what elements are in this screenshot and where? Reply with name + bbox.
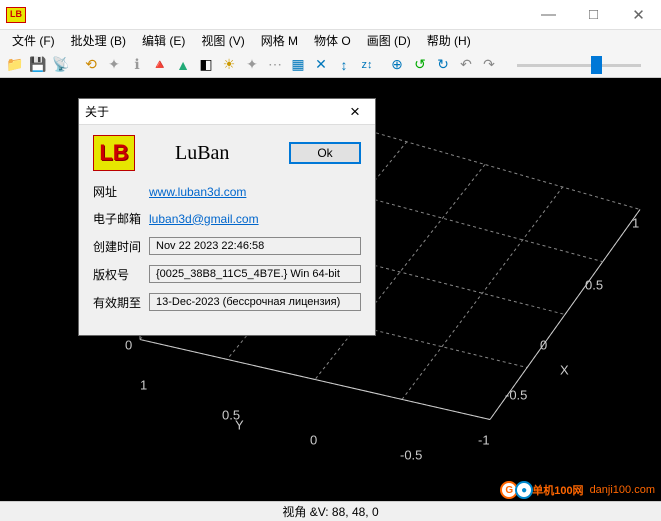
svg-text:1: 1 <box>632 216 639 231</box>
palette-icon[interactable]: ◧ <box>195 54 217 76</box>
svg-text:0: 0 <box>310 433 317 448</box>
view-angle-readout: 视角 &V: 88, 48, 0 <box>282 503 378 520</box>
axis-x-label: X <box>560 363 569 378</box>
build-time-value: Nov 22 2023 22:46:58 <box>149 237 361 255</box>
svg-text:-1: -1 <box>478 433 490 448</box>
close-button[interactable]: ✕ <box>616 0 661 30</box>
save-icon[interactable]: 💾 <box>27 54 49 76</box>
menu-view[interactable]: 视图 (V) <box>193 30 252 52</box>
star-icon[interactable]: ✦ <box>241 54 263 76</box>
menu-mesh[interactable]: 网格 M <box>253 30 306 52</box>
rotate-ccw-icon[interactable]: ↺ <box>409 54 431 76</box>
build-time-label: 创建时间 <box>93 238 149 255</box>
email-link[interactable]: luban3d@gmail.com <box>149 212 259 226</box>
email-label: 电子邮箱 <box>93 210 149 227</box>
copyright-value: {0025_38B8_11C5_4B7E.} Win 64-bit <box>149 265 361 283</box>
svg-text:1: 1 <box>140 378 147 393</box>
svg-text:0: 0 <box>540 338 547 353</box>
watermark-brand: 单机100网 <box>532 482 583 498</box>
swap-icon[interactable]: ↕ <box>333 54 355 76</box>
slider-track <box>517 64 641 67</box>
dialog-header[interactable]: 关于 × <box>79 99 375 125</box>
app-name: LuBan <box>175 142 289 165</box>
menu-edit[interactable]: 编辑 (E) <box>134 30 193 52</box>
pan-icon[interactable]: ⊕ <box>386 54 408 76</box>
menu-file[interactable]: 文件 (F) <box>4 30 63 52</box>
svg-text:0.5: 0.5 <box>585 278 603 293</box>
slider[interactable] <box>517 56 641 74</box>
slider-thumb[interactable] <box>591 56 602 74</box>
app-icon: LB <box>6 7 26 23</box>
about-dialog: 关于 × LB LuBan Ok 网址 www.luban3d.com 电子邮箱… <box>78 98 376 336</box>
svg-text:-0.5: -0.5 <box>400 448 422 463</box>
ok-button[interactable]: Ok <box>289 142 361 164</box>
dialog-close-button[interactable]: × <box>341 102 369 122</box>
cone-icon[interactable]: 🔺 <box>149 54 171 76</box>
z-swap-icon[interactable]: z↕ <box>356 54 378 76</box>
app-logo: LB <box>93 135 135 171</box>
watermark-icon: G● <box>500 481 530 499</box>
grid-icon[interactable]: ▦ <box>287 54 309 76</box>
menu-draw[interactable]: 画图 (D) <box>359 30 419 52</box>
sun-icon[interactable]: ☀ <box>218 54 240 76</box>
url-label: 网址 <box>93 183 149 200</box>
menu-help[interactable]: 帮助 (H) <box>419 30 479 52</box>
open-icon[interactable]: 📁 <box>4 54 26 76</box>
statusbar: 视角 &V: 88, 48, 0 <box>0 501 661 521</box>
valid-until-label: 有效期至 <box>93 294 149 311</box>
minimize-button[interactable]: — <box>526 0 571 30</box>
titlebar: LB — □ ✕ <box>0 0 661 30</box>
website-link[interactable]: www.luban3d.com <box>149 185 246 199</box>
wifi-icon[interactable]: 📡 <box>50 54 72 76</box>
dots-icon[interactable]: ⋯ <box>264 54 286 76</box>
menu-batch[interactable]: 批处理 (B) <box>63 30 134 52</box>
menubar: 文件 (F) 批处理 (B) 编辑 (E) 视图 (V) 网格 M 物体 O 画… <box>0 30 661 52</box>
svg-text:0.5: 0.5 <box>222 408 240 423</box>
dialog-title: 关于 <box>85 103 341 120</box>
valid-until-value: 13-Dec-2023 (бессрочная лицензия) <box>149 293 361 311</box>
svg-text:-0.5: -0.5 <box>505 388 527 403</box>
sparkle-icon[interactable]: ✦ <box>103 54 125 76</box>
watermark: G● 单机100网 danji100.com <box>500 481 655 499</box>
svg-text:0: 0 <box>125 338 132 353</box>
info-icon[interactable]: ℹ <box>126 54 148 76</box>
watermark-site: danji100.com <box>590 484 655 496</box>
triangle-icon[interactable]: ▲ <box>172 54 194 76</box>
redo-icon[interactable]: ↷ <box>478 54 500 76</box>
rotate-cw-icon[interactable]: ↻ <box>432 54 454 76</box>
toolbar: 📁 💾 📡 ⟲ ✦ ℹ 🔺 ▲ ◧ ☀ ✦ ⋯ ▦ ✕ ↕ z↕ ⊕ ↺ ↻ ↶… <box>0 52 661 78</box>
refresh-icon[interactable]: ⟲ <box>80 54 102 76</box>
maximize-button[interactable]: □ <box>571 0 616 30</box>
scissors-icon[interactable]: ✕ <box>310 54 332 76</box>
copyright-label: 版权号 <box>93 266 149 283</box>
undo-icon[interactable]: ↶ <box>455 54 477 76</box>
menu-object[interactable]: 物体 O <box>306 30 359 52</box>
